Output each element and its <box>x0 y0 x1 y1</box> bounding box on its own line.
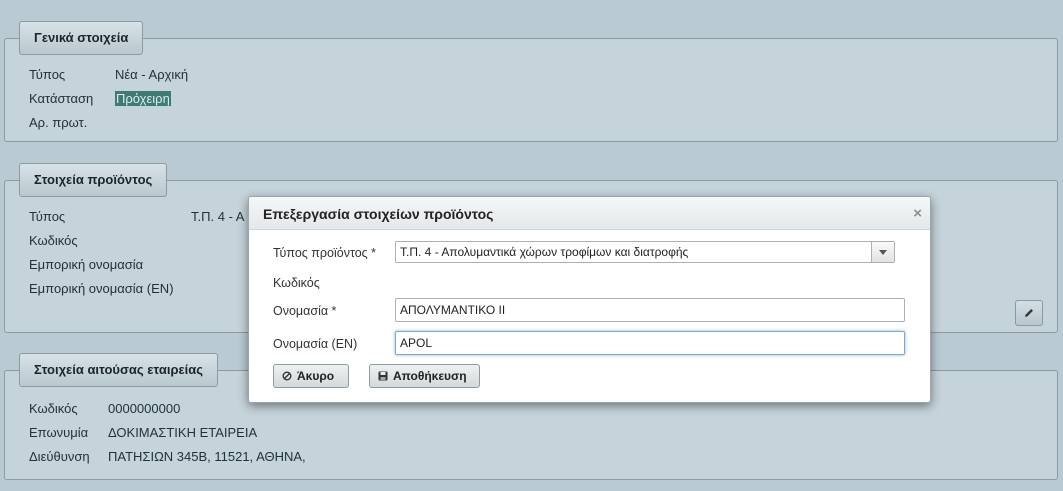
name-input[interactable] <box>395 298 905 322</box>
name-en-input[interactable] <box>395 331 905 355</box>
cancel-button-label: Άκυρο <box>297 369 335 383</box>
cancel-circle-icon <box>282 371 292 381</box>
save-button[interactable]: Αποθήκευση <box>369 364 480 388</box>
dialog-title: Επεξεργασία στοιχείων προϊόντος <box>263 206 494 222</box>
save-button-label: Αποθήκευση <box>393 369 467 383</box>
cancel-button[interactable]: Άκυρο <box>273 364 349 388</box>
code-field-label: Κωδικός <box>273 276 320 290</box>
close-icon[interactable]: × <box>913 197 922 231</box>
product-type-selected: Τ.Π. 4 - Απολυμαντικά χώρων τροφίμων και… <box>400 245 689 259</box>
product-type-select[interactable]: Τ.Π. 4 - Απολυμαντικά χώρων τροφίμων και… <box>395 241 895 263</box>
name-en-field-label: Ονομασία (EN) <box>273 337 358 351</box>
edit-product-dialog: Επεξεργασία στοιχείων προϊόντος × Τύπος … <box>248 196 931 403</box>
name-field-label: Ονομασία * <box>273 304 337 318</box>
floppy-disk-icon <box>378 371 388 381</box>
product-type-field-label: Τύπος προϊόντος * <box>273 246 377 260</box>
chevron-down-icon[interactable] <box>871 242 894 262</box>
dialog-header: Επεξεργασία στοιχείων προϊόντος × <box>249 197 930 230</box>
